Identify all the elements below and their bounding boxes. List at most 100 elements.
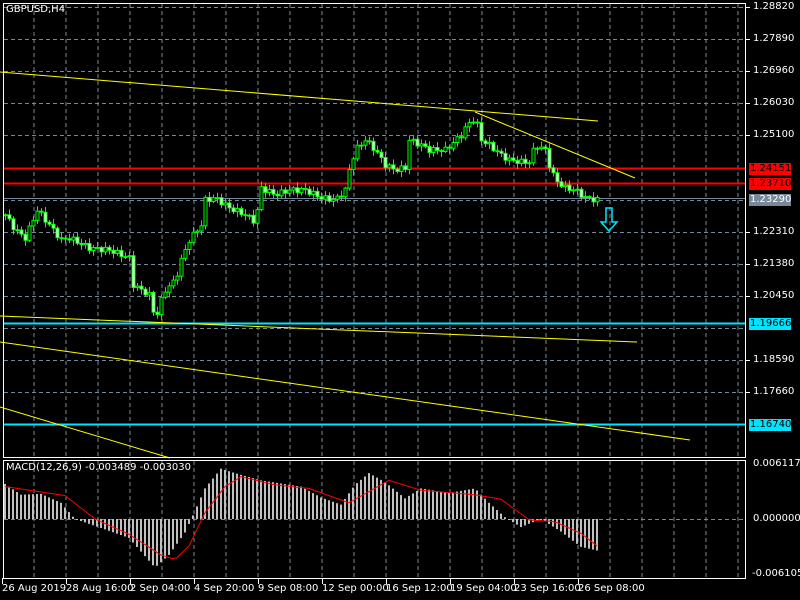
candle-body bbox=[319, 196, 324, 200]
candle-body bbox=[499, 150, 504, 154]
candle-body bbox=[343, 187, 348, 198]
trendline[interactable] bbox=[0, 406, 171, 459]
price-axis-label: 1.25100 bbox=[753, 129, 795, 141]
time-axis-label: 26 Aug 2019 bbox=[2, 583, 67, 594]
macd-histogram-bar bbox=[516, 519, 518, 525]
macd-histogram-bar bbox=[256, 479, 258, 519]
candle-body bbox=[147, 291, 152, 296]
candle-body bbox=[131, 255, 136, 289]
candle-body bbox=[283, 189, 288, 194]
macd-histogram-bar bbox=[56, 501, 58, 519]
candle-body bbox=[223, 202, 228, 206]
macd-histogram-bar bbox=[412, 493, 414, 519]
symbol-label: GBPUSD,H4 bbox=[6, 4, 66, 15]
macd-histogram-bar bbox=[400, 495, 402, 519]
macd-histogram-bar bbox=[592, 519, 594, 550]
macd-histogram-bar bbox=[356, 483, 358, 519]
candle-body bbox=[235, 208, 240, 213]
candle-body bbox=[271, 188, 276, 195]
macd-histogram-bar bbox=[312, 493, 314, 519]
time-axis-label: 23 Sep 16:00 bbox=[514, 583, 581, 594]
price-axis-label: 1.27890 bbox=[753, 33, 795, 45]
candle-body bbox=[591, 197, 596, 203]
candle-body bbox=[339, 195, 344, 198]
candle-body bbox=[107, 246, 112, 251]
macd-histogram-bar bbox=[224, 469, 226, 519]
time-axis-label: 2 Sep 04:00 bbox=[130, 583, 191, 594]
candle-body bbox=[95, 246, 100, 249]
candle-body bbox=[403, 165, 408, 171]
horizontal-levels[interactable] bbox=[4, 167, 745, 426]
macd-histogram-bar bbox=[424, 489, 426, 519]
macd-histogram-bar bbox=[164, 519, 166, 559]
candle-body bbox=[363, 140, 368, 146]
candle-body bbox=[307, 188, 312, 195]
macd-histogram-bar bbox=[176, 519, 178, 544]
macd-histogram-bar bbox=[260, 480, 262, 519]
candle-body bbox=[479, 122, 484, 142]
candle-body bbox=[435, 146, 440, 151]
price-chart[interactable] bbox=[0, 0, 800, 600]
candle-body bbox=[555, 172, 560, 183]
macd-histogram-bar bbox=[240, 474, 242, 519]
macd-histogram-bar bbox=[44, 495, 46, 519]
candle-body bbox=[423, 143, 428, 147]
macd-histogram-bar bbox=[436, 490, 438, 519]
candle-body bbox=[251, 214, 256, 224]
candle-body bbox=[263, 186, 268, 193]
candle-body bbox=[91, 246, 96, 251]
candle-body bbox=[431, 146, 436, 154]
candle-body bbox=[575, 188, 580, 191]
candle-body bbox=[595, 196, 600, 203]
macd-histogram-bar bbox=[12, 489, 14, 519]
candle-body bbox=[279, 189, 284, 197]
macd-histogram-bar bbox=[560, 519, 562, 532]
candle-body bbox=[487, 141, 492, 145]
candle-body bbox=[35, 210, 40, 221]
candle-body bbox=[183, 249, 188, 259]
macd-histogram-bar bbox=[472, 488, 474, 519]
macd-histogram-bar bbox=[144, 519, 146, 557]
candle-body bbox=[503, 152, 508, 161]
price-axis-label: 1.17660 bbox=[753, 386, 795, 398]
macd-histogram-bar bbox=[272, 482, 274, 519]
candle-body bbox=[415, 138, 420, 147]
candle-body bbox=[331, 198, 336, 202]
macd-histogram-bar bbox=[328, 500, 330, 519]
candle-body bbox=[255, 209, 260, 224]
candle-body bbox=[523, 158, 528, 164]
candle-body bbox=[375, 149, 380, 153]
candle-body bbox=[227, 202, 232, 209]
level-tag-red1: 1.24151 bbox=[749, 163, 792, 175]
macd-histogram-bar bbox=[192, 515, 194, 519]
candle-body bbox=[535, 147, 540, 150]
candle-body bbox=[551, 167, 556, 174]
time-axis-label: 16 Sep 12:00 bbox=[386, 583, 453, 594]
macd-histogram-bar bbox=[132, 519, 134, 543]
candle-body bbox=[143, 288, 148, 296]
candle-body bbox=[527, 162, 532, 165]
trendline[interactable] bbox=[0, 71, 599, 122]
macd-histogram-bar bbox=[244, 475, 246, 519]
candle-body bbox=[59, 237, 64, 240]
candle-body bbox=[115, 249, 120, 254]
price-axis-label: 1.22310 bbox=[753, 225, 795, 237]
candle-body bbox=[215, 197, 220, 200]
candle-body bbox=[587, 196, 592, 199]
macd-histogram-bar bbox=[480, 494, 482, 519]
candle-body bbox=[583, 196, 588, 199]
candle-body bbox=[399, 165, 404, 172]
candle-body bbox=[199, 225, 204, 232]
macd-histogram-bar bbox=[320, 497, 322, 519]
candle-body bbox=[187, 241, 192, 251]
price-axis-label: 1.18590 bbox=[753, 354, 795, 366]
macd-histogram-bar bbox=[500, 513, 502, 519]
macd-histogram-bar bbox=[584, 519, 586, 548]
candle-body bbox=[239, 208, 244, 216]
candle-body bbox=[515, 159, 520, 164]
candle-body bbox=[483, 140, 488, 145]
macd-histogram-bar bbox=[388, 485, 390, 519]
macd-histogram-bar bbox=[396, 491, 398, 519]
macd-histogram-bar bbox=[20, 494, 22, 519]
macd-histogram-bar bbox=[92, 519, 94, 526]
